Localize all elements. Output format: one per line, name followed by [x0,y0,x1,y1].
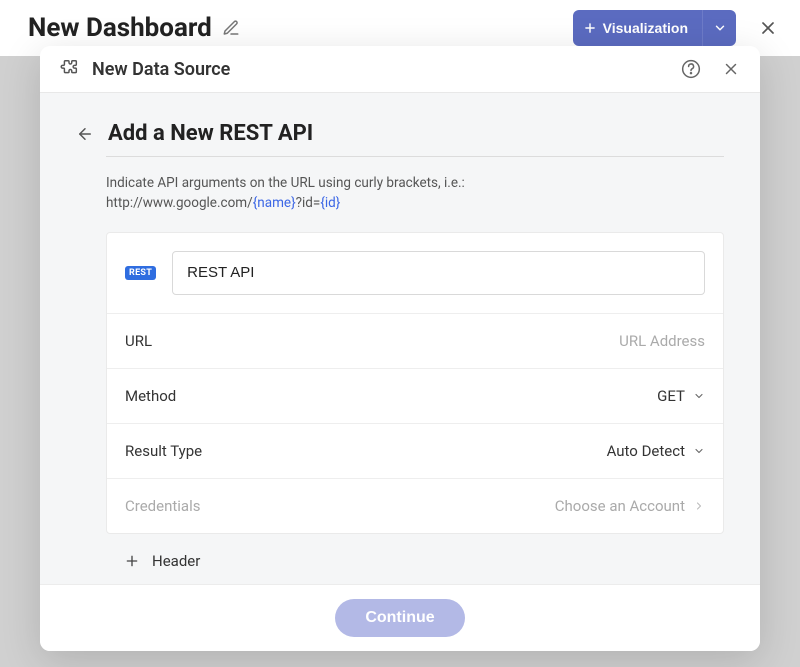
new-data-source-modal: New Data Source Add a New REST API Indic… [40,46,760,651]
title-underline [106,156,724,157]
back-arrow-icon[interactable] [76,125,94,143]
visualization-button-label: Visualization [603,20,688,36]
method-value-text: GET [657,387,685,405]
help-text-arg2: {id} [320,195,340,211]
method-field-value: GET [657,387,705,405]
modal-footer: Continue [40,584,760,651]
url-field-placeholder: URL Address [619,332,705,350]
add-visualization-button[interactable]: Visualization [573,10,702,46]
close-icon[interactable] [720,58,742,80]
method-field-label: Method [125,387,176,405]
url-field-label: URL [125,332,152,350]
result-type-field-label: Result Type [125,442,202,460]
help-text-arg1: {name} [253,195,296,211]
help-icon[interactable] [680,58,702,80]
credentials-field-label: Credentials [125,497,200,515]
help-text-url: http://www.google.com/ [106,195,253,211]
method-field-row[interactable]: Method GET [107,369,723,424]
continue-button[interactable]: Continue [335,599,464,637]
result-type-field-row[interactable]: Result Type Auto Detect [107,424,723,479]
form-title-row: Add a New REST API [76,121,724,146]
result-type-field-value: Auto Detect [607,442,705,460]
chevron-down-icon [693,390,705,402]
chevron-down-icon [693,445,705,457]
visualization-button-group: Visualization [573,10,736,46]
result-type-value-text: Auto Detect [607,442,685,460]
puzzle-icon [58,58,80,80]
help-text-pre: Indicate API arguments on the URL using … [106,175,465,191]
help-text-mid: ?id= [296,195,321,211]
pencil-icon[interactable] [222,19,240,37]
plus-icon [124,553,140,569]
dashboard-title: New Dashboard [28,13,212,43]
close-icon[interactable] [756,16,780,40]
data-source-name-input[interactable] [172,251,705,295]
modal-header: New Data Source [40,46,760,93]
chevron-right-icon [693,500,705,512]
rest-badge: REST [125,266,156,280]
data-source-name-row: REST [107,233,723,314]
credentials-field-value: Choose an Account [555,497,705,515]
credentials-placeholder-text: Choose an Account [555,497,685,515]
modal-body: Add a New REST API Indicate API argument… [40,93,760,584]
url-field-row[interactable]: URL URL Address [107,314,723,369]
form-help-text: Indicate API arguments on the URL using … [106,173,724,214]
visualization-dropdown-button[interactable] [702,10,736,46]
rest-api-form-card: REST URL URL Address Method GET Result T… [106,232,724,534]
credentials-field-row[interactable]: Credentials Choose an Account [107,479,723,533]
add-header-button[interactable]: Header [106,534,724,574]
modal-header-title: New Data Source [92,59,668,80]
form-title: Add a New REST API [108,121,313,146]
add-header-label: Header [152,552,200,570]
